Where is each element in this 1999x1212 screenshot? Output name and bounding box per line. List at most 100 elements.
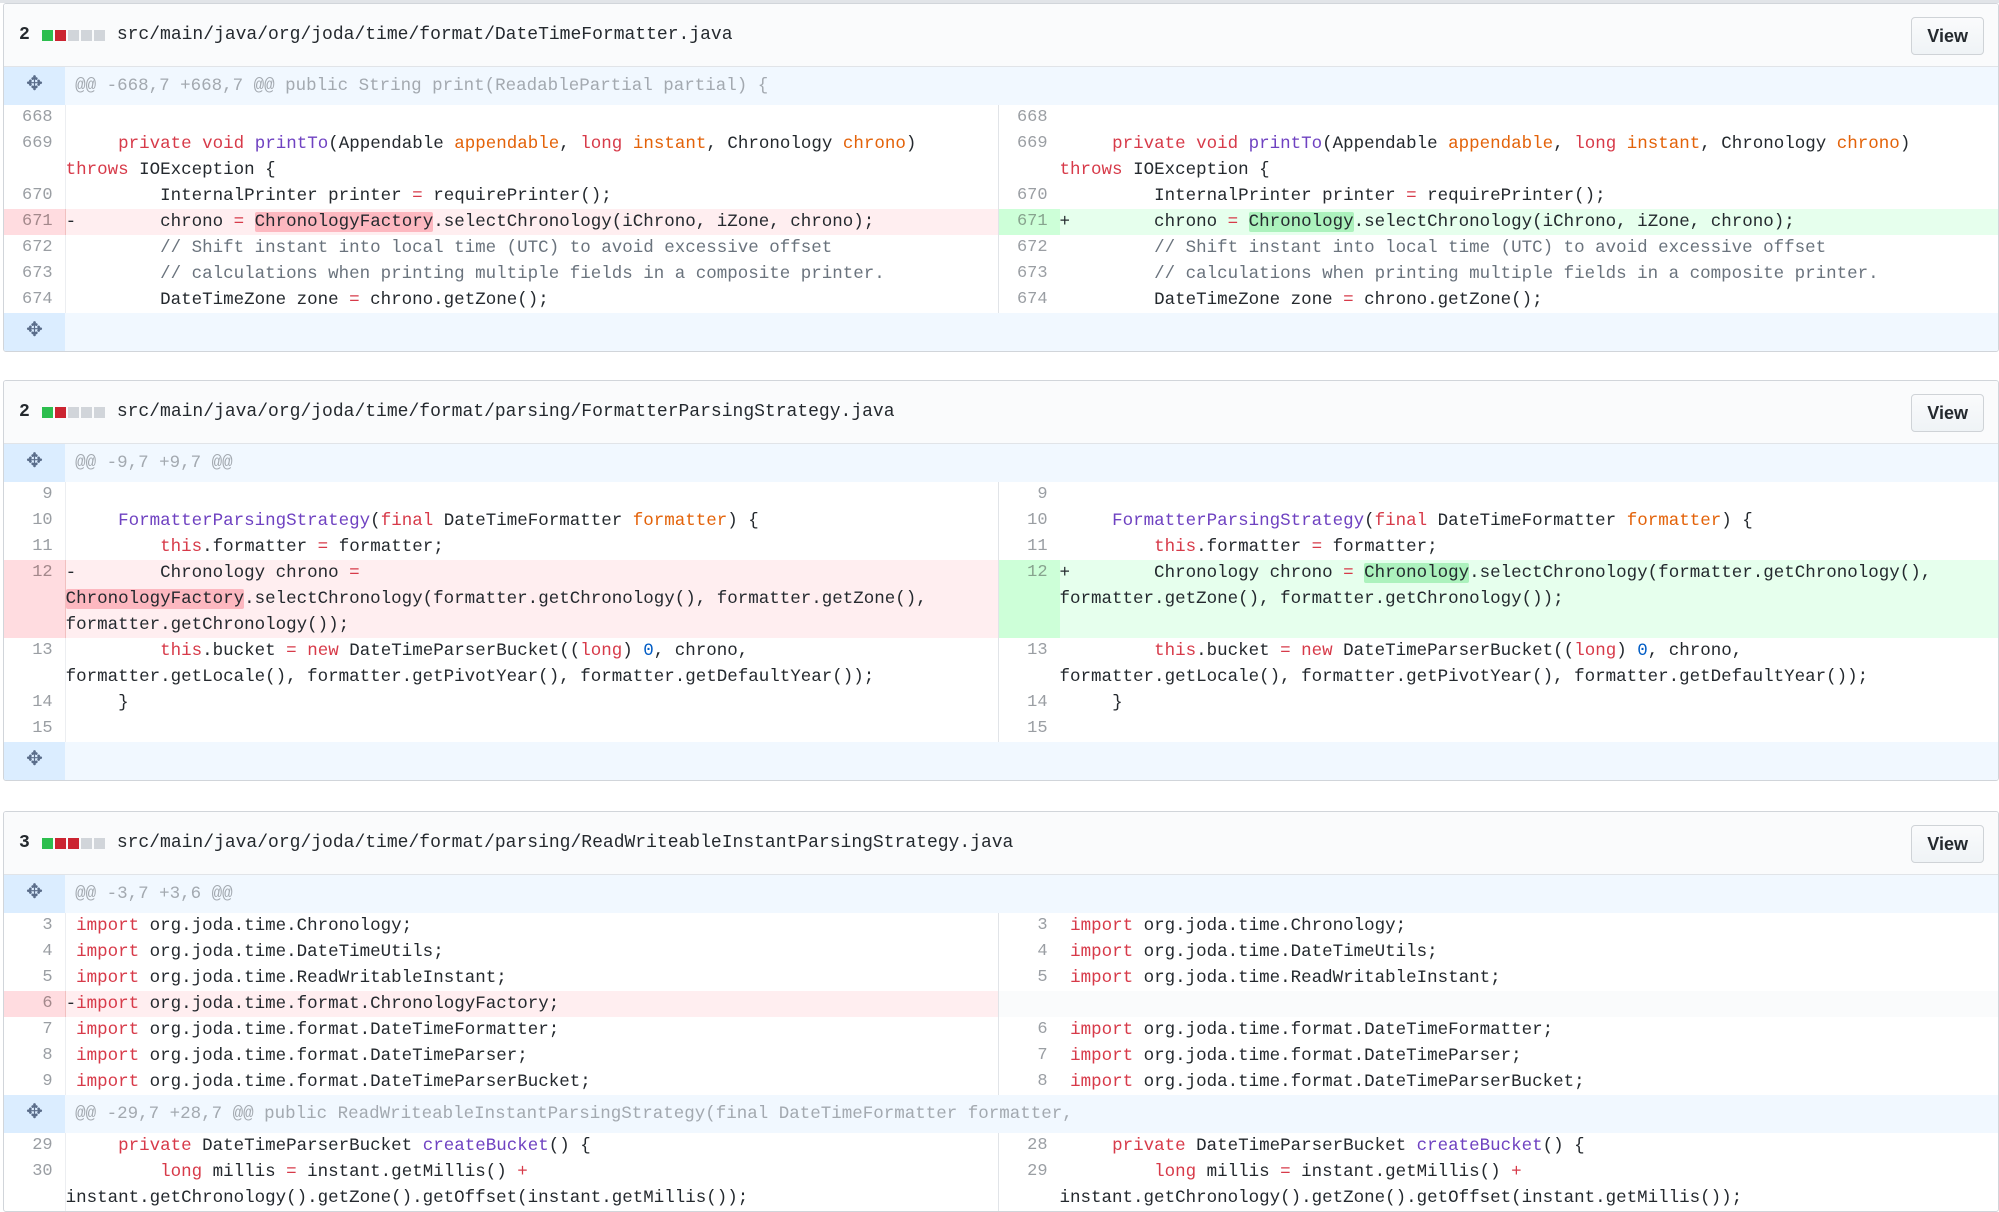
old-line-number[interactable]: 669 <box>4 131 66 183</box>
expand-lines-icon[interactable]: ✥ <box>4 313 66 351</box>
file-header: 2 src/main/java/org/joda/time/format/Date… <box>4 4 1998 67</box>
new-line-number[interactable]: 9 <box>998 482 1059 508</box>
hunk-header-text: @@ -668,7 +668,7 @@ public String print(… <box>65 67 1998 105</box>
old-line-number[interactable]: 9 <box>4 482 66 508</box>
new-line-number[interactable]: 14 <box>998 690 1059 716</box>
old-code-line: import org.joda.time.ReadWritableInstant… <box>65 965 999 991</box>
file-diff: 3 src/main/java/org/joda/time/format/pars… <box>3 811 1999 1212</box>
new-line-number[interactable]: 673 <box>998 261 1059 287</box>
old-line-number[interactable]: 9 <box>4 1069 66 1095</box>
old-line-number[interactable]: 11 <box>4 534 66 560</box>
old-code-line: import org.joda.time.format.DateTimeForm… <box>65 1017 999 1043</box>
split-diff-table: ✥ @@ -668,7 +668,7 @@ public String print… <box>4 67 1998 351</box>
new-line-number[interactable]: 13 <box>998 638 1059 690</box>
old-line-number[interactable]: 13 <box>4 638 66 690</box>
new-code-line: InternalPrinter printer = requirePrinter… <box>1059 186 1606 206</box>
new-line-number[interactable]: 12 <box>998 560 1060 638</box>
new-line-number[interactable]: 3 <box>998 913 1059 939</box>
view-file-button[interactable]: View <box>1911 394 1984 432</box>
new-line-number[interactable]: 4 <box>998 939 1059 965</box>
old-code-line: long millis = instant.getMillis() + inst… <box>65 1159 999 1211</box>
old-line-number[interactable]: 668 <box>4 105 66 131</box>
old-line-number[interactable]: 29 <box>4 1133 66 1159</box>
diffstat-bars <box>41 29 105 41</box>
view-file-button[interactable]: View <box>1911 17 1984 55</box>
hunk-header: ✥ <box>4 313 1998 351</box>
hunk-header: ✥ @@ -29,7 +28,7 @@ public ReadWriteableI… <box>4 1095 1998 1133</box>
diffstat-neutral <box>67 29 79 41</box>
expand-lines-icon[interactable]: ✥ <box>4 875 66 913</box>
diff-row: 6 -import org.joda.time.format.Chronology… <box>4 991 1998 1017</box>
new-code-line <box>1060 105 1998 131</box>
expand-lines-icon[interactable]: ✥ <box>4 444 66 482</box>
new-code-line: + chrono = Chronology.selectChronology(i… <box>1059 209 1998 235</box>
old-line-number[interactable]: 671 <box>4 209 66 235</box>
expand-lines-icon[interactable]: ✥ <box>4 742 66 780</box>
old-line-number[interactable]: 7 <box>4 1017 66 1043</box>
diffstat-neutral <box>93 406 105 418</box>
split-diff-table: ✥ @@ -9,7 +9,7 @@ 9 9 10 FormatterParsingStr… <box>4 444 1998 780</box>
new-line-number[interactable]: 8 <box>998 1069 1059 1095</box>
new-line-number[interactable]: 29 <box>998 1159 1059 1211</box>
diff-row: 671- chrono = ChronologyFactory.selectCh… <box>4 209 1998 235</box>
old-line-number[interactable]: 3 <box>4 913 66 939</box>
view-file-button[interactable]: View <box>1911 825 1984 863</box>
old-line-number[interactable]: 30 <box>4 1159 66 1211</box>
new-line-number[interactable]: 11 <box>998 534 1059 560</box>
new-line-number[interactable]: 669 <box>998 131 1059 183</box>
diff-row: 3 import org.joda.time.Chronology; 3 impo… <box>4 913 1998 939</box>
hunk-header-text: @@ -9,7 +9,7 @@ <box>65 444 1998 482</box>
hunk-header: ✥ @@ -9,7 +9,7 @@ <box>4 444 1998 482</box>
old-line-number[interactable]: 5 <box>4 965 66 991</box>
new-line-number[interactable]: 668 <box>998 105 1059 131</box>
diff-row: 13 this.bucket = new DateTimeParserBucke… <box>4 638 1998 690</box>
file-path[interactable]: src/main/java/org/joda/time/format/parsi… <box>117 402 895 422</box>
new-line-number[interactable]: 5 <box>998 965 1059 991</box>
old-code-line: this.formatter = formatter; <box>65 534 999 560</box>
old-line-number[interactable]: 8 <box>4 1043 66 1069</box>
new-line-number[interactable]: 10 <box>998 508 1059 534</box>
new-line-number[interactable]: 15 <box>998 716 1059 742</box>
old-line-number[interactable]: 4 <box>4 939 66 965</box>
diffstat-neutral <box>80 837 92 849</box>
new-code-line: FormatterParsingStrategy(final DateTimeF… <box>1112 511 1753 531</box>
old-code-line: this.bucket = new DateTimeParserBucket((… <box>65 638 999 690</box>
diff-row: 11 this.formatter = formatter; 11 this.fo… <box>4 534 1998 560</box>
old-code-line <box>65 105 999 131</box>
new-code-line: import org.joda.time.format.DateTimeForm… <box>1070 1020 1554 1040</box>
diff-row: 9 import org.joda.time.format.DateTimePa… <box>4 1069 1998 1095</box>
file-path[interactable]: src/main/java/org/joda/time/format/parsi… <box>117 833 1014 853</box>
old-line-number[interactable]: 14 <box>4 690 66 716</box>
new-code-line: // calculations when printing multiple f… <box>1154 264 1879 284</box>
new-line-number[interactable]: 6 <box>998 1017 1059 1043</box>
old-line-number[interactable]: 674 <box>4 287 66 313</box>
new-line-number[interactable]: 672 <box>998 235 1059 261</box>
new-line-number[interactable]: 28 <box>998 1133 1059 1159</box>
old-code-line: import org.joda.time.format.DateTimePars… <box>65 1043 999 1069</box>
old-code-line: InternalPrinter printer = requirePrinter… <box>65 183 999 209</box>
old-code-line: - Chronology chrono = ChronologyFactory.… <box>65 560 999 638</box>
old-code-line: import org.joda.time.Chronology; <box>65 913 999 939</box>
change-count: 2 <box>19 25 30 45</box>
new-line-number[interactable]: 674 <box>998 287 1059 313</box>
new-line-number[interactable]: 7 <box>998 1043 1059 1069</box>
expand-lines-icon[interactable]: ✥ <box>4 1095 66 1133</box>
diff-row: 29 private DateTimeParserBucket createBu… <box>4 1133 1998 1159</box>
file-path[interactable]: src/main/java/org/joda/time/format/DateT… <box>117 25 733 45</box>
old-line-number[interactable]: 12 <box>4 560 66 638</box>
old-line-number[interactable]: 670 <box>4 183 66 209</box>
new-code-line: long millis = instant.getMillis() + inst… <box>1059 1162 1743 1208</box>
new-line-number[interactable]: 671 <box>998 209 1060 235</box>
hunk-header-text: @@ -29,7 +28,7 @@ public ReadWriteableIn… <box>65 1095 1998 1133</box>
expand-lines-icon[interactable]: ✥ <box>4 67 66 105</box>
new-code-line: + Chronology chrono = Chronology.selectC… <box>1059 560 1998 638</box>
old-line-number[interactable]: 6 <box>4 991 66 1017</box>
hunk-header-text <box>65 742 1998 780</box>
new-line-number[interactable]: 670 <box>998 183 1059 209</box>
old-line-number[interactable]: 10 <box>4 508 66 534</box>
change-count: 3 <box>19 833 30 853</box>
old-line-number[interactable]: 15 <box>4 716 66 742</box>
old-line-number[interactable]: 672 <box>4 235 66 261</box>
new-code-line: import org.joda.time.DateTimeUtils; <box>1070 942 1438 962</box>
old-line-number[interactable]: 673 <box>4 261 66 287</box>
